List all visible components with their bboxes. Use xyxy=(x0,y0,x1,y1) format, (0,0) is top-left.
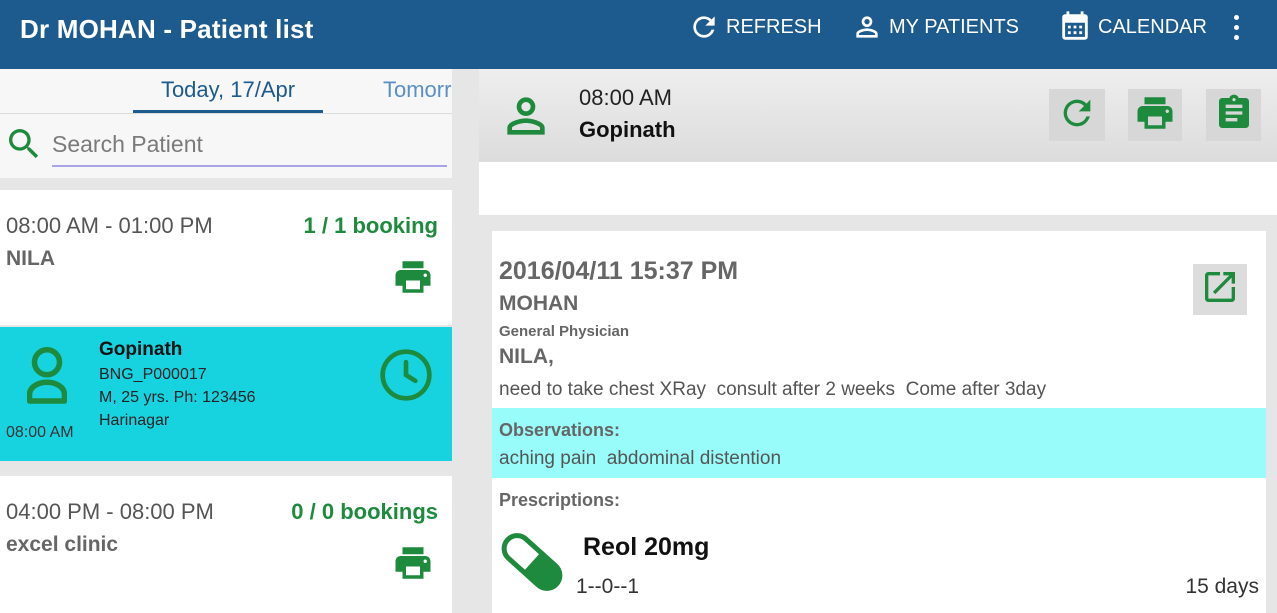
my-patients-button[interactable]: MY PATIENTS xyxy=(851,8,1019,46)
patient-header: 08:00 AM Gopinath xyxy=(479,69,1277,162)
search-icon[interactable] xyxy=(4,124,44,169)
visit-clinic: NILA, xyxy=(499,345,554,368)
print-icon xyxy=(1133,92,1177,139)
page-title: Dr MOHAN - Patient list xyxy=(20,14,314,44)
clipboard-icon xyxy=(1214,91,1254,140)
slot-clinic-name: NILA xyxy=(6,247,55,270)
date-tabs: Today, 17/Apr Tomorr xyxy=(0,69,452,178)
patient-id: BNG_P000017 xyxy=(99,366,207,383)
divider xyxy=(0,113,452,114)
patient-area: Harinagar xyxy=(99,412,170,429)
booking-count: 0 / 0 bookings xyxy=(291,499,438,524)
refresh-icon xyxy=(1057,93,1097,138)
print-icon[interactable] xyxy=(391,256,435,303)
avatar-person-icon xyxy=(26,346,68,411)
patient-list-item[interactable]: 08:00 AM Gopinath BNG_P000017 M, 25 yrs.… xyxy=(0,327,452,461)
clinic-slot-card[interactable]: 04:00 PM - 08:00 PM excel clinic 0 / 0 b… xyxy=(0,476,452,613)
calendar-icon xyxy=(1058,9,1092,45)
open-external-icon xyxy=(1200,267,1240,312)
my-patients-label: MY PATIENTS xyxy=(889,15,1020,38)
refresh-label: REFRESH xyxy=(726,15,822,38)
header-appointment-time: 08:00 AM xyxy=(579,85,672,110)
slot-time: 04:00 PM - 08:00 PM xyxy=(6,499,214,524)
clinic-slot-card[interactable]: 08:00 AM - 01:00 PM NILA 1 / 1 booking xyxy=(0,190,452,325)
app-bar: Dr MOHAN - Patient list REFRESH MY PATIE… xyxy=(0,0,1277,69)
print-button[interactable] xyxy=(1128,89,1182,141)
pill-icon xyxy=(501,527,563,602)
prescriptions-label: Prescriptions: xyxy=(499,490,621,510)
calendar-button[interactable]: CALENDAR xyxy=(1058,8,1207,46)
overflow-menu-icon[interactable] xyxy=(1222,12,1250,42)
spacer xyxy=(479,162,1277,215)
avatar-person-icon xyxy=(498,87,554,150)
doctor-speciality: General Physician xyxy=(499,323,630,340)
slot-clinic-name: excel clinic xyxy=(6,533,119,556)
clock-icon[interactable] xyxy=(378,347,434,408)
visit-doctor: MOHAN xyxy=(499,292,579,315)
prescription-drug: Reol 20mg xyxy=(583,533,710,561)
header-patient-name: Gopinath xyxy=(579,117,676,142)
appointment-time: 08:00 AM xyxy=(6,424,74,441)
patient-detail-pane: 08:00 AM Gopinath 2016/04/11 15:37 PM MO… xyxy=(479,69,1277,613)
patient-list-pane: Today, 17/Apr Tomorr 08:00 AM - 01:00 PM… xyxy=(0,69,452,613)
booking-count: 1 / 1 booking xyxy=(303,213,438,238)
patient-details: M, 25 yrs. Ph: 123456 xyxy=(99,389,256,406)
visit-history-list: 2016/04/11 15:37 PM MOHAN General Physic… xyxy=(479,215,1277,613)
visit-datetime: 2016/04/11 15:37 PM xyxy=(499,257,739,285)
prescription-dosage: 1--0--1 xyxy=(576,575,640,598)
refresh-button[interactable]: REFRESH xyxy=(688,8,822,46)
add-notes-button[interactable] xyxy=(1206,89,1261,141)
observations-text: aching pain abdominal distention xyxy=(499,448,782,469)
calendar-label: CALENDAR xyxy=(1098,15,1207,38)
visit-card[interactable]: 2016/04/11 15:37 PM MOHAN General Physic… xyxy=(492,231,1266,613)
person-icon xyxy=(851,11,883,43)
observations-section: Observations: aching pain abdominal dist… xyxy=(492,408,1266,478)
tab-tomorrow[interactable]: Tomorr xyxy=(383,77,452,103)
open-visit-button[interactable] xyxy=(1193,264,1247,315)
refresh-icon xyxy=(688,11,720,43)
observations-label: Observations: xyxy=(499,420,621,440)
refresh-visit-button[interactable] xyxy=(1049,89,1105,141)
patient-name: Gopinath xyxy=(99,339,183,360)
search-input[interactable] xyxy=(52,123,447,167)
prescription-duration: 15 days xyxy=(1185,575,1259,598)
slot-time: 08:00 AM - 01:00 PM xyxy=(6,213,213,238)
print-icon[interactable] xyxy=(391,542,435,589)
visit-notes: need to take chest XRay consult after 2 … xyxy=(499,379,1047,400)
tab-today[interactable]: Today, 17/Apr xyxy=(133,77,323,103)
